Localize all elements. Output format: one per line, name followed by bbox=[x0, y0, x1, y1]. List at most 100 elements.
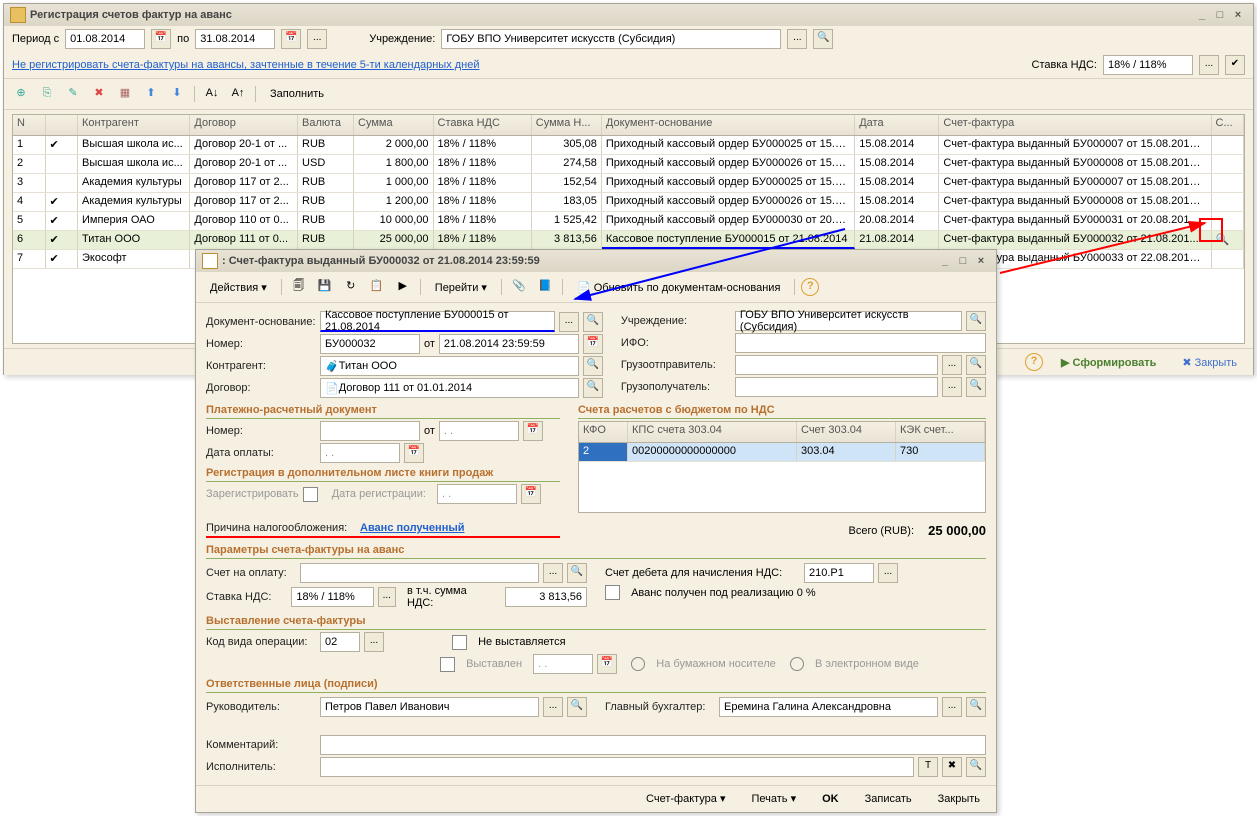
org-input[interactable]: ГОБУ ВПО Университет искусств (Субсидия) bbox=[441, 29, 781, 49]
table-row[interactable]: 4✔Академия культурыДоговор 117 от 2...RU… bbox=[13, 193, 1244, 212]
ellipsis-button[interactable]: ... bbox=[878, 563, 898, 583]
paper-radio[interactable] bbox=[631, 657, 645, 671]
close-button[interactable]: × bbox=[972, 250, 990, 272]
table-row[interactable]: 1✔Высшая школа ис...Договор 20-1 от ...R… bbox=[13, 136, 1244, 155]
lookup-icon[interactable]: 🔍 bbox=[966, 355, 986, 375]
sf-button[interactable]: Счет-фактура ▾ bbox=[638, 790, 733, 807]
ellipsis-button[interactable]: ... bbox=[1199, 55, 1219, 75]
accpay-input[interactable] bbox=[300, 563, 539, 583]
edit-icon[interactable]: ✎ bbox=[62, 83, 84, 105]
column-header[interactable]: Сумма bbox=[354, 115, 433, 135]
clear-icon[interactable]: ✖ bbox=[942, 757, 962, 777]
dog-input[interactable]: 📄 Договор 111 от 01.01.2014 bbox=[320, 378, 579, 398]
column-header[interactable]: Дата bbox=[855, 115, 939, 135]
advance-checkbox[interactable] bbox=[605, 585, 620, 600]
maximize-button[interactable]: □ bbox=[1211, 4, 1229, 26]
update-button[interactable]: 📄 Обновить по документам-основания bbox=[569, 279, 788, 296]
lookup-icon[interactable]: 🔍 bbox=[583, 378, 603, 398]
add-icon[interactable]: ⊕ bbox=[10, 83, 32, 105]
fill-button[interactable]: Заполнить bbox=[262, 86, 332, 102]
print-button[interactable]: Печать ▾ bbox=[743, 790, 804, 807]
org-input[interactable]: ГОБУ ВПО Университет искусств (Субсидия) bbox=[735, 311, 962, 331]
debit-input[interactable]: 210.Р1 bbox=[804, 563, 874, 583]
apply-icon[interactable]: ✔ bbox=[1225, 55, 1245, 75]
table-row[interactable]: 2Высшая школа ис...Договор 20-1 от ...US… bbox=[13, 155, 1244, 174]
lookup-icon[interactable]: 🔍 bbox=[567, 697, 587, 717]
ellipsis-button[interactable]: ... bbox=[787, 29, 807, 49]
performer-input[interactable] bbox=[320, 757, 914, 777]
column-header[interactable]: Валюта bbox=[298, 115, 354, 135]
lookup-icon[interactable]: 🔍 bbox=[583, 356, 603, 376]
delete-icon[interactable]: ✖ bbox=[88, 83, 110, 105]
action-icon[interactable]: ▶ bbox=[392, 276, 414, 298]
ellipsis-button[interactable]: ... bbox=[942, 697, 962, 717]
nds-sum-value[interactable]: 3 813,56 bbox=[505, 587, 587, 607]
column-header[interactable]: N bbox=[13, 115, 46, 135]
table-row[interactable]: 3Академия культурыДоговор 117 от 2...RUB… bbox=[13, 174, 1244, 193]
pay-date-input[interactable]: . . bbox=[320, 443, 400, 463]
sort-asc-icon[interactable]: A↓ bbox=[201, 83, 223, 105]
period-from-input[interactable]: 01.08.2014 bbox=[65, 29, 145, 49]
column-header[interactable]: С... bbox=[1212, 115, 1245, 135]
calendar-icon[interactable]: 📅 bbox=[523, 421, 543, 441]
table-row[interactable]: 5✔Империя ОАОДоговор 110 от 0...RUB10 00… bbox=[13, 212, 1244, 231]
ka-input[interactable]: 🧳 Титан ООО bbox=[320, 356, 579, 376]
lookup-icon[interactable]: 🔍 bbox=[966, 697, 986, 717]
column-header[interactable]: Контрагент bbox=[78, 115, 190, 135]
table-row[interactable]: 6✔Титан ОООДоговор 111 от 0...RUB25 000,… bbox=[13, 231, 1244, 250]
grid-icon[interactable]: ▦ bbox=[114, 83, 136, 105]
acc-input[interactable]: Еремина Галина Александровна bbox=[719, 697, 938, 717]
ellipsis-button[interactable]: ... bbox=[543, 697, 563, 717]
column-header[interactable]: Ставка НДС bbox=[434, 115, 532, 135]
ok-button[interactable]: OK bbox=[814, 791, 847, 807]
text-icon[interactable]: T bbox=[918, 757, 938, 777]
accounts-grid[interactable]: КФОКПС счета 303.04Счет 303.04КЭК счет..… bbox=[578, 421, 986, 513]
help-icon[interactable]: ? bbox=[1025, 353, 1043, 371]
attach-icon[interactable]: 📎 bbox=[508, 276, 530, 298]
close-button-footer[interactable]: ✖ Закрыть bbox=[1174, 354, 1245, 371]
lookup-icon[interactable]: 🔍 bbox=[813, 29, 833, 49]
issued-checkbox[interactable] bbox=[440, 657, 455, 672]
help-icon[interactable]: ? bbox=[801, 278, 819, 296]
copy-icon[interactable]: ⎘ bbox=[36, 83, 58, 105]
column-header[interactable] bbox=[46, 115, 79, 135]
ifo-input[interactable] bbox=[735, 333, 986, 353]
minimize-button[interactable]: _ bbox=[936, 250, 954, 272]
consignee-input[interactable] bbox=[735, 377, 938, 397]
form-button[interactable]: ▶ Сформировать bbox=[1053, 354, 1164, 371]
skip-link[interactable]: Не регистрировать счета-фактуры на аванс… bbox=[12, 59, 480, 71]
column-header[interactable]: Договор bbox=[190, 115, 298, 135]
nomer-date[interactable]: 21.08.2014 23:59:59 bbox=[439, 334, 579, 354]
calendar-icon[interactable]: 📅 bbox=[151, 29, 171, 49]
column-header[interactable]: Счет-фактура bbox=[939, 115, 1211, 135]
save-icon[interactable]: 💾 bbox=[314, 276, 336, 298]
reason-link[interactable]: Аванс полученный bbox=[360, 522, 465, 534]
ellipsis-button[interactable]: ... bbox=[559, 312, 579, 332]
nds-input[interactable]: 18% / 118% bbox=[291, 587, 373, 607]
lookup-icon[interactable]: 🔍 bbox=[966, 757, 986, 777]
up-icon[interactable]: ⬆ bbox=[140, 83, 162, 105]
close-button[interactable]: Закрыть bbox=[930, 791, 988, 807]
comment-input[interactable] bbox=[320, 735, 986, 755]
goto-menu[interactable]: Перейти ▾ bbox=[427, 279, 495, 296]
actions-menu[interactable]: Действия ▾ bbox=[202, 279, 275, 296]
ellipsis-button[interactable]: ... bbox=[307, 29, 327, 49]
doc-osn-input[interactable]: Кассовое поступление БУ000015 от 21.08.2… bbox=[320, 311, 555, 332]
opcode-input[interactable]: 02 bbox=[320, 632, 360, 652]
refresh-icon[interactable]: ↻ bbox=[340, 276, 362, 298]
vat-input[interactable]: 18% / 118% bbox=[1103, 55, 1193, 75]
ellipsis-button[interactable]: ... bbox=[364, 632, 384, 652]
lookup-icon[interactable]: 🔍 bbox=[567, 563, 587, 583]
pay-from-date[interactable]: . . bbox=[439, 421, 519, 441]
not-issued-checkbox[interactable] bbox=[452, 635, 467, 650]
calendar-icon[interactable]: 📅 bbox=[404, 443, 424, 463]
lookup-icon[interactable]: 🔍 bbox=[966, 311, 986, 331]
lookup-icon[interactable]: 🔍 bbox=[583, 312, 603, 332]
down-icon[interactable]: ⬇ bbox=[166, 83, 188, 105]
copy-icon[interactable]: 📋 bbox=[366, 276, 388, 298]
lookup-icon[interactable]: 🔍 bbox=[966, 377, 986, 397]
journal-icon[interactable]: 📘 bbox=[534, 276, 556, 298]
calendar-icon[interactable]: 📅 bbox=[583, 334, 603, 354]
ellipsis-button[interactable]: ... bbox=[378, 587, 396, 607]
sort-desc-icon[interactable]: A↑ bbox=[227, 83, 249, 105]
